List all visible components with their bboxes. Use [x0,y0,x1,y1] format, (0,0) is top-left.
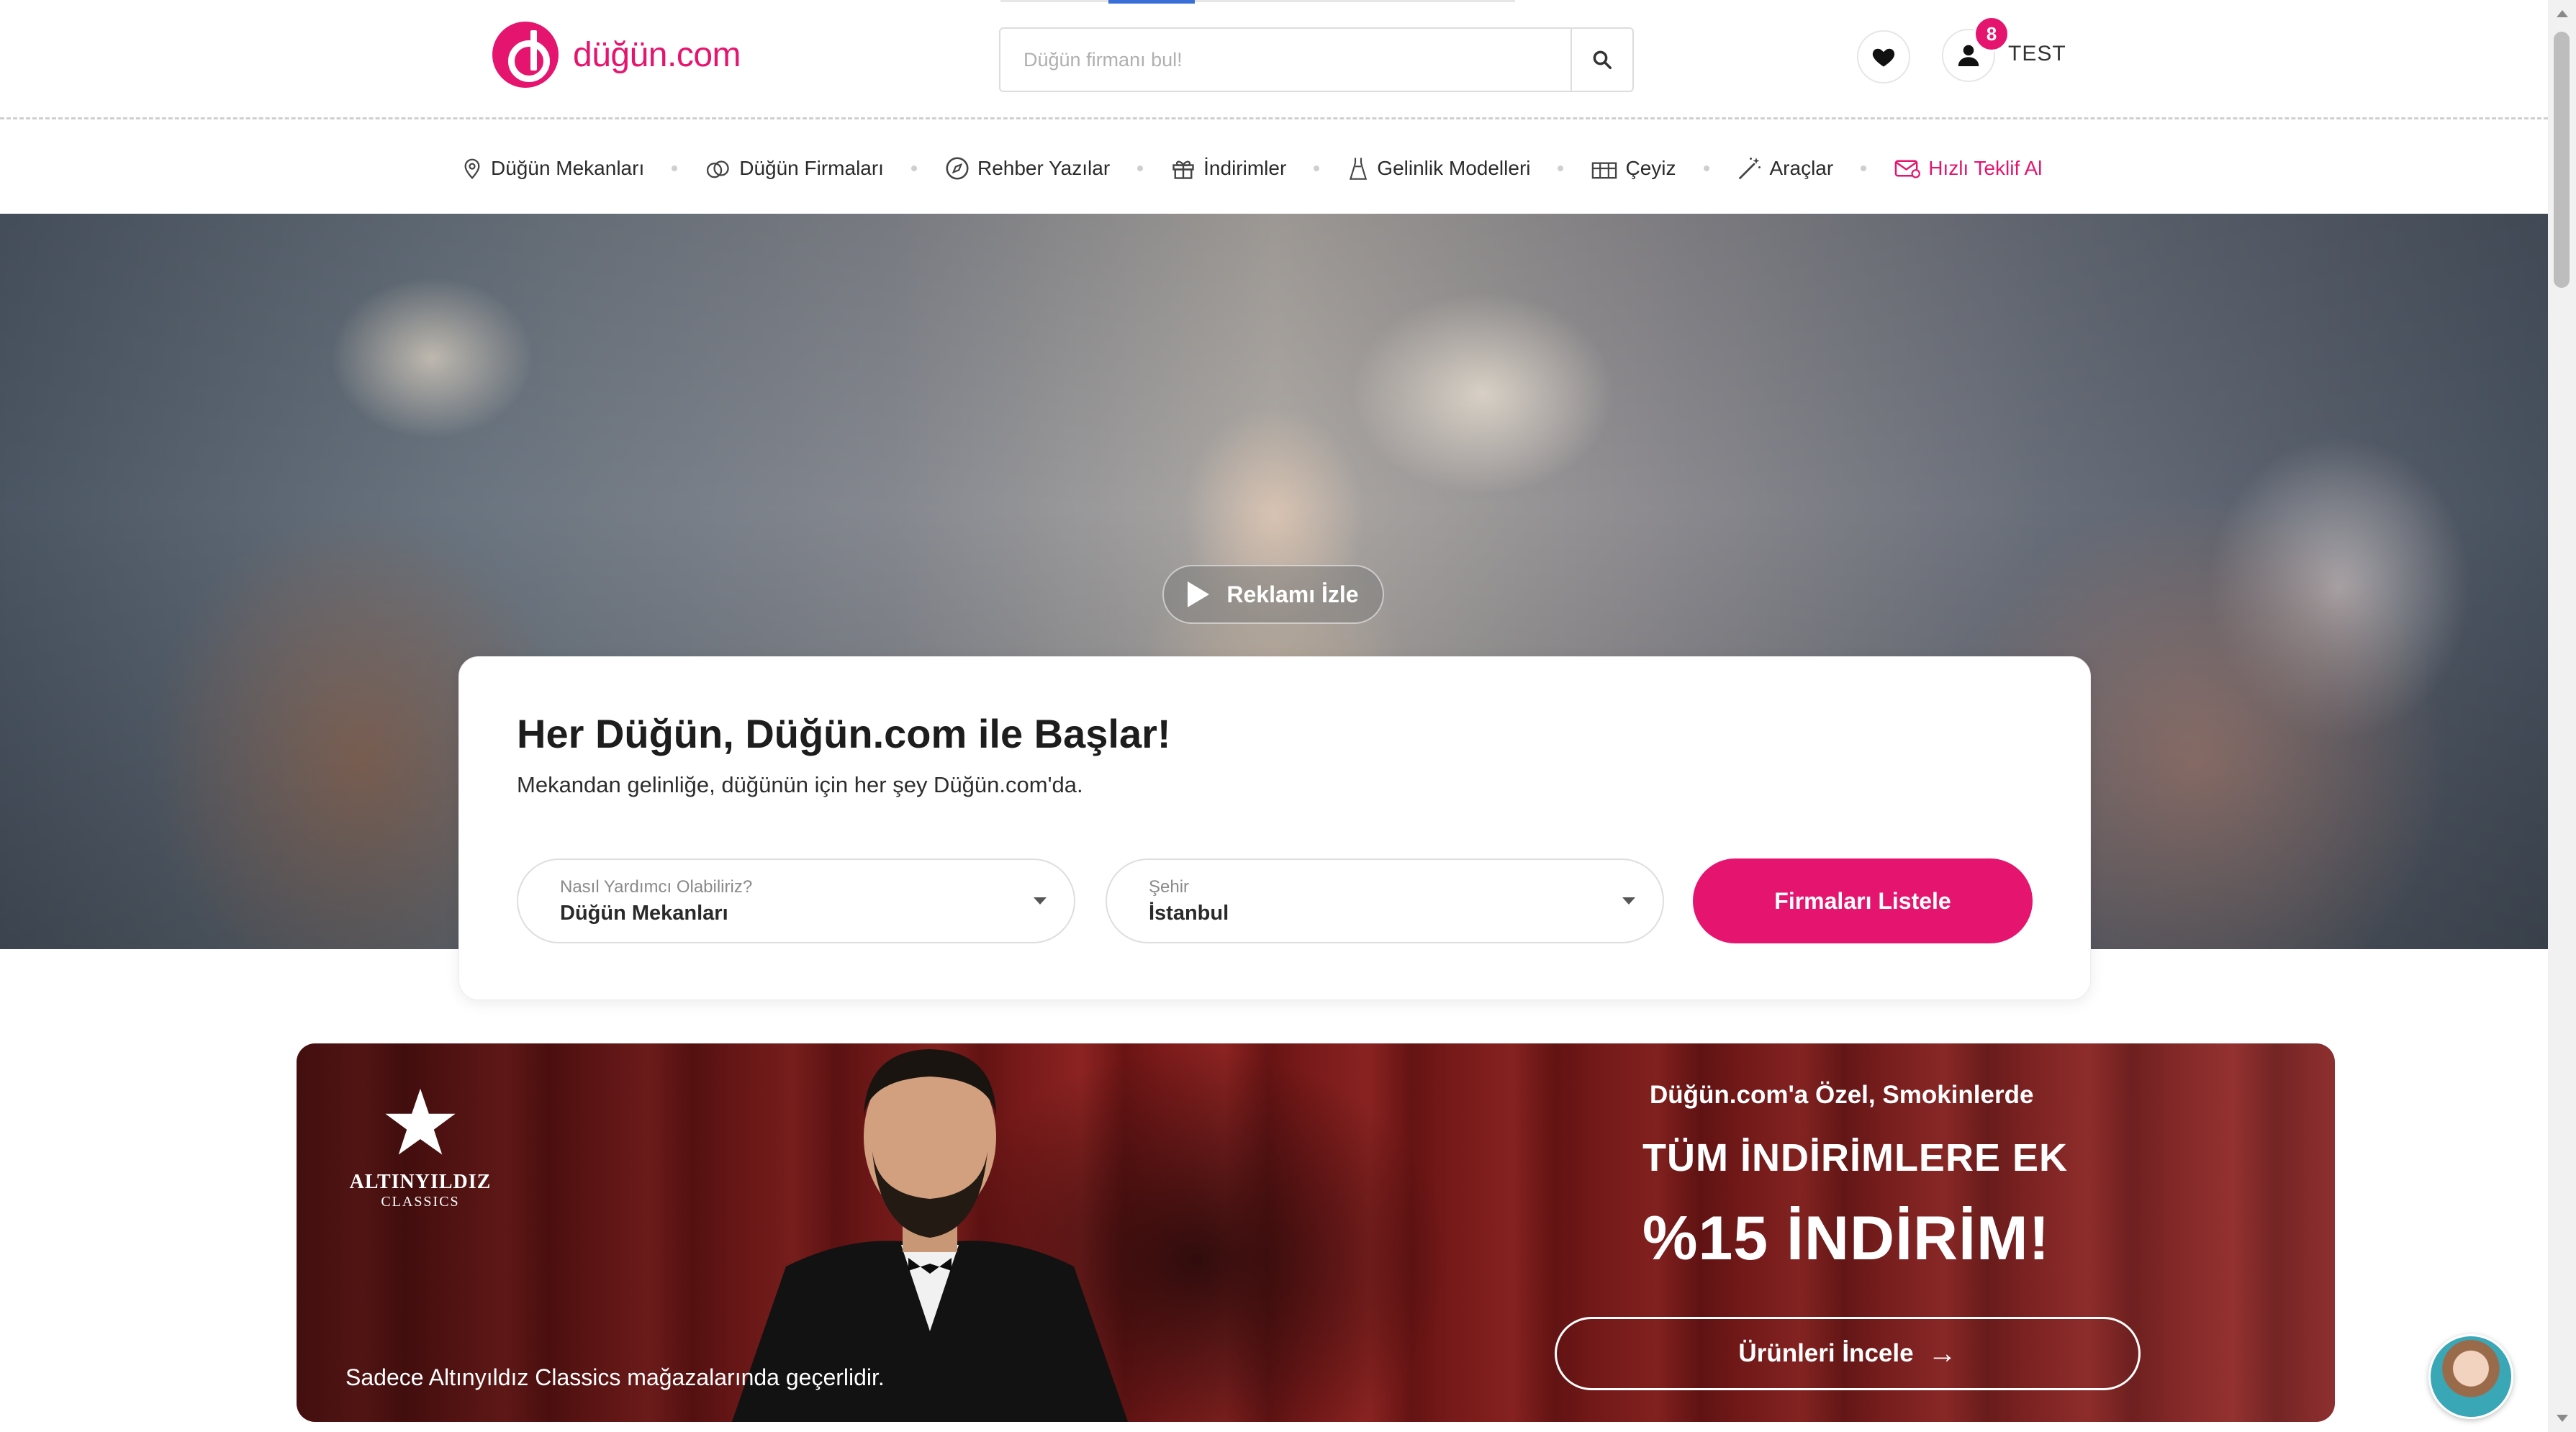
map-pin-icon [464,158,480,179]
altinyildiz-logo: ALTINYILDIZ CLASSICS [348,1084,492,1210]
nav-item-discounts[interactable]: İndirimler [1170,155,1286,181]
logo-text: düğün.com [573,35,741,74]
user-name[interactable]: TEST [2008,42,2066,66]
play-icon [1188,581,1210,607]
hero-title: Her Düğün, Düğün.com ile Başlar! [517,711,1171,756]
promo-note: Sadece Altınyıldız Classics mağazalarınd… [345,1364,885,1390]
nav-separator [910,166,917,171]
nav-item-label: Düğün Firmaları [739,157,884,179]
category-select-label: Nasıl Yardımcı Olabiliriz? [560,877,753,897]
logo-mark-icon [492,22,559,88]
nav-separator [1314,166,1320,171]
heart-icon [1872,48,1895,67]
promo-kicker: Düğün.com'a Özel, Smokinlerde [1650,1081,2034,1109]
scroll-down-icon[interactable] [2557,1415,2568,1422]
nav-item-tools[interactable]: Araçlar [1737,155,1834,181]
chevron-down-icon [1034,897,1047,905]
dress-icon [1350,158,1368,180]
nav-separator [1703,166,1709,171]
brand-name: ALTINYILDIZ [349,1171,492,1193]
star-icon [385,1088,456,1155]
favorites-button[interactable] [1857,30,1910,83]
city-select[interactable]: Şehir İstanbul [1106,858,1664,943]
category-select-value: Düğün Mekanları [560,902,728,925]
nav-item-venues[interactable]: Düğün Mekanları [461,155,644,181]
search-button[interactable] [1571,29,1632,91]
nav-item-trousseau[interactable]: Çeyiz [1591,156,1676,181]
nav-item-label: İndirimler [1203,157,1287,179]
page-scrollbar[interactable] [2548,0,2576,1432]
search-icon [1593,50,1612,69]
view-products-label: Ürünleri İncele [1738,1339,1914,1367]
nav-item-quick-quote[interactable]: Hızlı Teklif Al [1894,157,2042,180]
site-header: düğün.com 8 TEST [0,0,2548,119]
nav-item-guides[interactable]: Rehber Yazılar [944,155,1110,181]
watch-ad-label: Reklamı İzle [1226,581,1359,607]
promo-discount: %15 İNDİRİM! [1642,1204,2051,1273]
nav-item-label: Rehber Yazılar [977,157,1111,179]
nav-separator [1137,166,1144,171]
notification-badge[interactable]: 8 [1974,16,2010,52]
promo-banner[interactable]: ALTINYILDIZ CLASSICS Sadece Altınyıldız … [297,1043,2335,1422]
scroll-up-icon[interactable] [2557,10,2568,17]
nav-item-vendors[interactable]: Düğün Firmaları [705,156,884,181]
gift-icon [1172,160,1194,179]
nav-item-label: Düğün Mekanları [491,157,645,179]
nav-item-label: Gelinlik Modelleri [1377,157,1531,179]
search-bar [999,27,1634,92]
hero-subtitle: Mekandan gelinliğe, düğünün için her şey… [517,772,1083,797]
view-products-button[interactable]: Ürünleri İncele → [1555,1317,2141,1390]
nav-item-label: Hızlı Teklif Al [1928,157,2043,179]
page-load-progress [1000,0,1515,4]
main-nav: Düğün Mekanları Düğün Firmaları Rehber Y… [0,122,2548,214]
chevron-down-icon [1622,897,1635,905]
search-input[interactable] [1000,29,1571,91]
city-select-label: Şehir [1149,877,1190,897]
support-chat-avatar[interactable] [2428,1334,2513,1419]
nav-separator [1861,166,1867,171]
vendor-search-card: Her Düğün, Düğün.com ile Başlar! Mekanda… [458,656,2091,1000]
compass-icon [946,157,969,180]
gift-box-icon [1592,162,1617,179]
nav-item-label: Araçlar [1769,157,1834,179]
nav-separator [1558,166,1564,171]
scrollbar-thumb[interactable] [2554,32,2570,288]
site-logo[interactable]: düğün.com [492,22,741,88]
brand-subname: CLASSICS [381,1194,460,1210]
promo-headline: TÜM İNDİRİMLERE EK [1642,1136,2068,1179]
nav-item-label: Çeyiz [1625,157,1676,179]
list-vendors-button[interactable]: Firmaları Listele [1693,858,2033,943]
city-select-value: İstanbul [1149,902,1229,925]
magic-wand-icon [1738,158,1761,179]
nav-item-wedding-dresses[interactable]: Gelinlik Modelleri [1347,155,1530,182]
arrow-right-icon: → [1928,1337,1957,1369]
mail-icon [1894,160,1921,178]
rings-icon [707,160,729,178]
nav-separator [672,166,678,171]
watch-ad-button[interactable]: Reklamı İzle [1162,565,1384,624]
category-select[interactable]: Nasıl Yardımcı Olabiliriz? Düğün Mekanla… [517,858,1075,943]
